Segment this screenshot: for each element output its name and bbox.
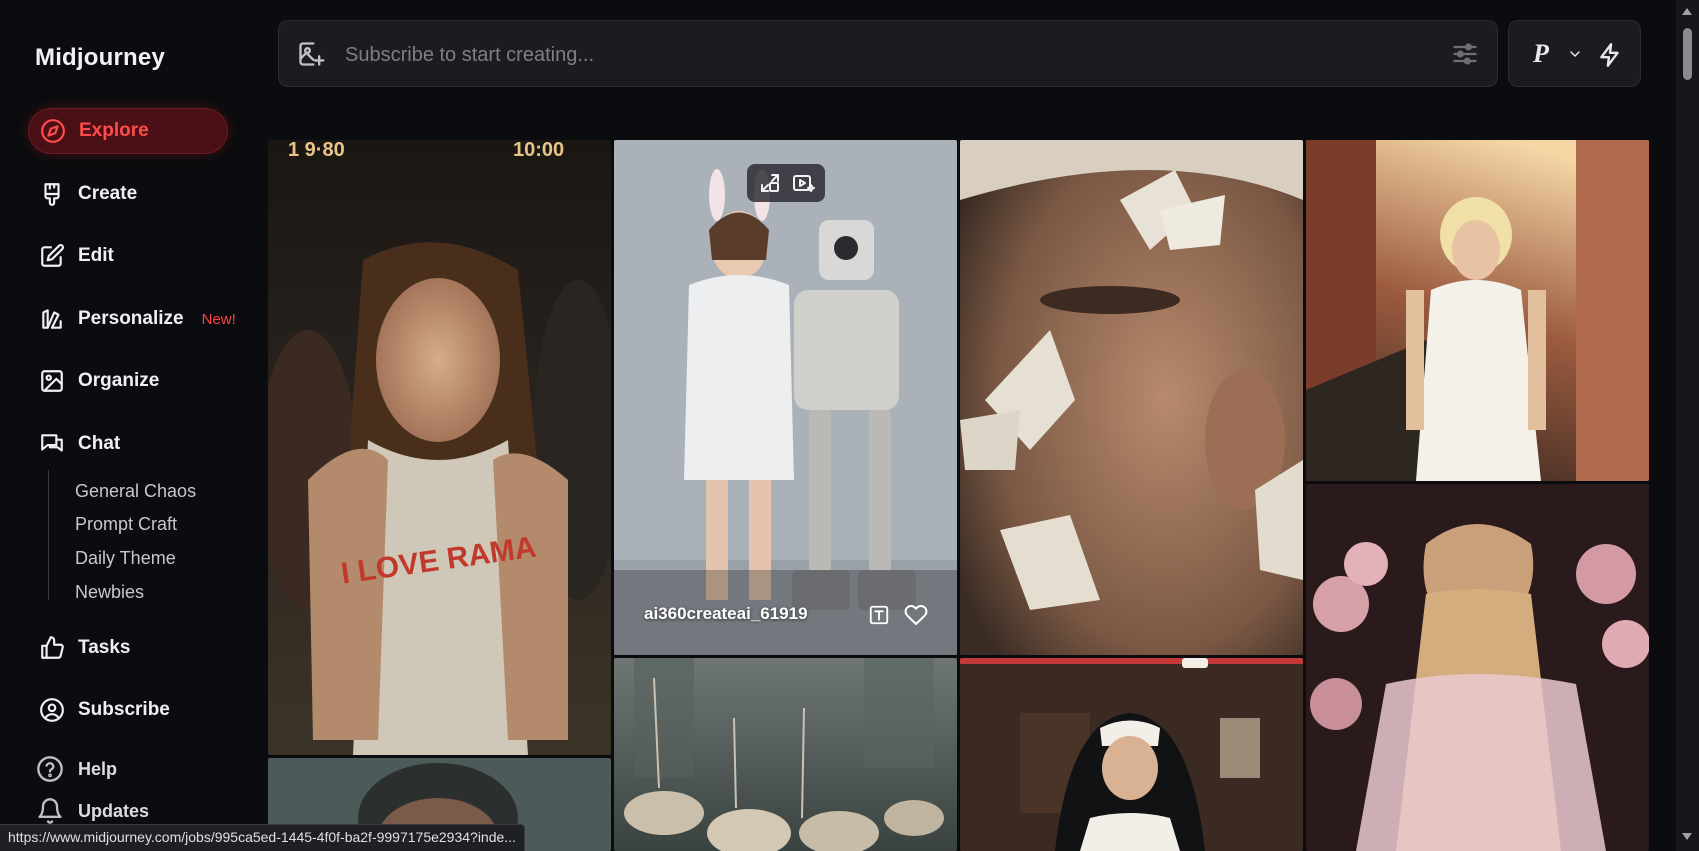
heart-icon[interactable] (904, 603, 928, 627)
nav-create-label: Create (78, 183, 138, 204)
settings-sliders-icon[interactable] (1451, 40, 1479, 68)
nav-help[interactable]: Help (36, 755, 117, 783)
nav-tasks[interactable]: Tasks (28, 625, 228, 671)
nav-personalize[interactable]: Personalize New! (28, 296, 243, 342)
gallery-tile-hovered[interactable]: ai360createai_61919 (614, 140, 957, 655)
gallery-image (614, 140, 957, 655)
mode-controls: P (1508, 20, 1641, 87)
new-badge: New! (201, 310, 236, 328)
photo-stamp-right: 10:00 (513, 140, 564, 161)
personalize-icon (38, 305, 66, 333)
nav-organize-label: Organize (78, 370, 160, 391)
nav-updates[interactable]: Updates (36, 797, 149, 825)
prompt-input[interactable] (345, 41, 1345, 69)
chat-channel-daily-theme[interactable]: Daily Theme (75, 548, 176, 569)
prompt-bar (278, 20, 1498, 87)
brand-logo[interactable]: Midjourney (35, 44, 165, 72)
gallery-tile[interactable] (1306, 484, 1649, 851)
edit-icon (38, 242, 66, 270)
nav-chat[interactable]: Chat (28, 421, 228, 467)
gallery-tile[interactable] (960, 658, 1303, 851)
explore-gallery: 1 9·80 10:00 I LOVE RAMA ai360createai_6… (268, 140, 1650, 851)
compass-icon (39, 117, 67, 145)
tile-hover-actions (747, 164, 825, 202)
nav-chat-label: Chat (78, 433, 121, 454)
page-scrollbar[interactable] (1676, 0, 1699, 851)
nav-explore[interactable]: Explore (28, 108, 228, 154)
nav-organize[interactable]: Organize (28, 358, 228, 404)
nav-create[interactable]: Create (28, 171, 228, 217)
text-prompt-icon[interactable] (868, 604, 890, 626)
nav-edit-label: Edit (78, 245, 114, 266)
animate-icon[interactable] (791, 171, 815, 195)
nav-tasks-label: Tasks (78, 637, 131, 658)
lightning-icon[interactable] (1597, 42, 1623, 68)
chat-channel-divider (48, 470, 49, 600)
nav-edit[interactable]: Edit (28, 233, 228, 279)
gallery-tile[interactable] (614, 658, 957, 851)
nav-explore-label: Explore (79, 120, 149, 141)
personalization-mode-button[interactable]: P (1533, 39, 1549, 69)
gallery-image (960, 658, 1303, 851)
user-circle-icon (38, 696, 66, 724)
chat-icon (38, 430, 66, 458)
photo-stamp-left: 1 9·80 (288, 140, 345, 161)
gallery-image (614, 658, 957, 851)
gallery-tile[interactable]: 1 9·80 10:00 I LOVE RAMA (268, 140, 611, 755)
thumbs-up-icon (38, 634, 66, 662)
help-icon (37, 756, 63, 782)
nav-personalize-label: Personalize (78, 308, 184, 329)
nav-subscribe-label: Subscribe (78, 699, 170, 720)
gallery-tile[interactable] (960, 140, 1303, 655)
add-image-icon[interactable] (297, 40, 325, 68)
nav-help-label: Help (78, 758, 118, 779)
gallery-image: 1 9·80 10:00 I LOVE RAMA (268, 140, 611, 755)
brush-icon (38, 180, 66, 208)
chat-channel-newbies[interactable]: Newbies (75, 582, 144, 603)
scroll-down-arrow-icon[interactable] (1682, 833, 1692, 840)
bell-icon (38, 798, 62, 824)
chat-channel-prompt-craft[interactable]: Prompt Craft (75, 514, 177, 535)
scroll-up-arrow-icon[interactable] (1682, 8, 1692, 15)
gallery-image (1306, 140, 1649, 481)
gallery-image (960, 140, 1303, 655)
gallery-tile[interactable] (1306, 140, 1649, 481)
chevron-down-icon[interactable] (1567, 46, 1583, 62)
scroll-thumb[interactable] (1683, 28, 1692, 80)
nav-updates-label: Updates (78, 800, 150, 821)
gallery-image (1306, 484, 1649, 851)
chat-channel-general-chaos[interactable]: General Chaos (75, 481, 196, 502)
nav-subscribe[interactable]: Subscribe (28, 687, 228, 733)
image-icon (38, 367, 66, 395)
sidebar: Midjourney Explore Create Edit Personali… (0, 0, 262, 851)
expand-icon[interactable] (758, 171, 782, 195)
tile-username[interactable]: ai360createai_61919 (644, 604, 808, 624)
status-bar-url: https://www.midjourney.com/jobs/995ca5ed… (0, 824, 525, 851)
